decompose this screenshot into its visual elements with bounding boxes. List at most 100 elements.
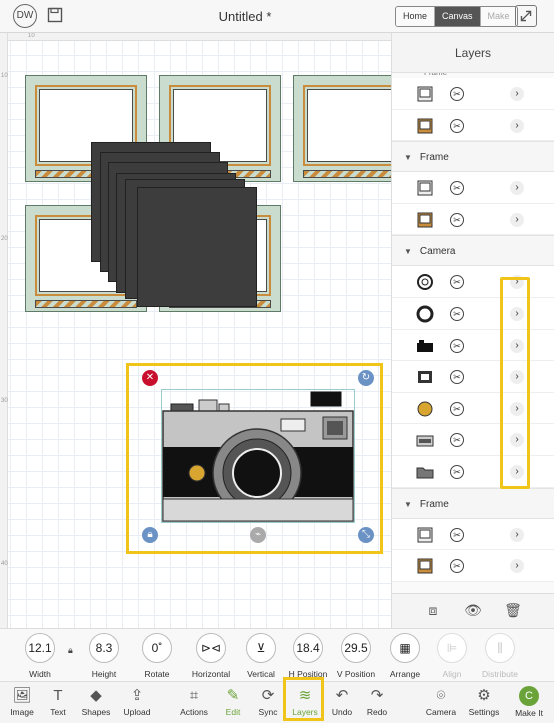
cut-operation-icon[interactable]: ✂	[450, 118, 464, 133]
property-label: Width	[29, 669, 51, 679]
property-value[interactable]: 0˚	[142, 633, 172, 663]
property-arrange[interactable]: ▦ Arrange	[380, 633, 430, 679]
collapse-triangle-icon[interactable]: ▼	[404, 142, 412, 173]
frame-outline-thumbnail-icon	[417, 180, 433, 196]
shapes-icon: ◆	[90, 687, 102, 704]
chevron-right-icon[interactable]: ›	[510, 87, 524, 101]
layer-row[interactable]: ✂ ›	[392, 518, 554, 551]
layer-group-frame[interactable]: ▼ Frame	[392, 487, 554, 520]
property-distribute[interactable]: ⫼ Distribute	[475, 633, 525, 679]
chevron-highlight	[500, 277, 530, 489]
toolbar-make-it-button[interactable]: C Make It	[507, 685, 551, 718]
toolbar-actions-button[interactable]: ⌗ Actions	[172, 685, 216, 717]
property-value[interactable]: ⊫	[437, 633, 467, 663]
property-label: Distribute	[482, 669, 518, 679]
attach-icon[interactable]: ⧈	[424, 602, 442, 620]
property-width[interactable]: 12.1 Width	[15, 633, 65, 679]
cut-operation-icon[interactable]: ✂	[450, 306, 464, 321]
property-label: Horizontal	[191, 669, 231, 679]
ring-thumbnail-icon	[416, 305, 434, 323]
view-switcher: Home Canvas Make	[395, 6, 518, 27]
collapse-triangle-icon[interactable]: ▼	[404, 236, 412, 267]
lock-handle-icon[interactable]: 🔒︎	[142, 527, 158, 543]
property-height[interactable]: 8.3 Height	[79, 633, 129, 679]
property-vertical[interactable]: ⊻ Vertical	[236, 633, 286, 679]
gold-circle-thumbnail-icon	[417, 401, 433, 417]
layers-button-highlight	[283, 677, 324, 721]
toolbar-label: Settings	[468, 707, 500, 717]
property-value[interactable]: 29.5	[341, 633, 371, 663]
cut-operation-icon[interactable]: ✂	[450, 181, 464, 196]
cut-operation-icon[interactable]: ✂	[450, 527, 464, 542]
property-horizontal[interactable]: ⊳⊲ Horizontal	[186, 633, 236, 679]
delete-icon[interactable]: 🗑︎	[504, 602, 522, 620]
photo-frame[interactable]	[293, 75, 391, 182]
unlink-icon[interactable]: ⌁	[250, 527, 266, 543]
layer-row[interactable]: ✂ ›	[392, 550, 554, 582]
chevron-right-icon[interactable]: ›	[510, 212, 524, 227]
frame-orange-thumbnail-icon	[417, 212, 433, 228]
property-label: Rotate	[144, 669, 170, 679]
cut-operation-icon[interactable]: ✂	[450, 87, 464, 101]
resize-handle-icon[interactable]: ⤡	[358, 527, 374, 543]
toolbar-label: Redo	[366, 707, 388, 717]
chevron-right-icon[interactable]: ›	[510, 527, 524, 542]
cut-operation-icon[interactable]: ✂	[450, 559, 464, 574]
cut-operation-icon[interactable]: ✂	[450, 212, 464, 227]
property-value[interactable]: 12.1	[25, 633, 55, 663]
property-value[interactable]: ▦	[390, 633, 420, 663]
frame-orange-thumbnail-icon	[417, 558, 433, 574]
cut-operation-icon[interactable]: ✂	[450, 433, 464, 448]
toolbar-settings-button[interactable]: ⚙ Settings	[462, 685, 506, 717]
cut-operation-icon[interactable]: ✂	[450, 275, 464, 290]
cut-operation-icon[interactable]: ✂	[450, 370, 464, 385]
chevron-right-icon[interactable]: ›	[510, 559, 524, 574]
tab-home[interactable]: Home	[396, 7, 436, 26]
toolbar-upload-button[interactable]: ⇪ Upload	[115, 685, 159, 717]
collapse-triangle-icon[interactable]: ▼	[404, 489, 412, 520]
property-value[interactable]: 8.3	[89, 633, 119, 663]
property-h-position[interactable]: 18.4 H Position	[283, 633, 333, 679]
property-align[interactable]: ⊫ Align	[427, 633, 477, 679]
tab-canvas[interactable]: Canvas	[435, 7, 481, 26]
settings-icon: ⚙	[477, 687, 491, 704]
rotate-handle-icon[interactable]: ↻	[358, 370, 374, 386]
cut-operation-icon[interactable]: ✂	[450, 338, 464, 353]
property-v-position[interactable]: 29.5 V Position	[331, 633, 381, 679]
folder-shape-thumbnail-icon	[416, 467, 434, 479]
design-canvas[interactable]: 10 10 20 30 40 ✕ ↻ 🔒︎ ⤡ ⌁	[0, 33, 391, 628]
property-value[interactable]: ⫼	[485, 633, 515, 663]
panel-footer: ⧈ 👁︎ 🗑︎	[392, 593, 554, 628]
lock-icon[interactable]: 🔒︎	[68, 645, 73, 656]
layer-row[interactable]: ✂ ›	[392, 109, 554, 142]
cut-operation-icon[interactable]: ✂	[450, 464, 464, 479]
camera-graphic[interactable]	[161, 389, 355, 523]
cut-operation-icon[interactable]: ✂	[450, 401, 464, 416]
chevron-right-icon[interactable]: ›	[510, 118, 524, 133]
property-value[interactable]: ⊻	[246, 633, 276, 663]
chevron-right-icon[interactable]: ›	[510, 181, 524, 196]
square-frame-thumbnail-icon	[418, 371, 432, 384]
layer-group-label: Frame	[419, 152, 449, 164]
fullscreen-icon[interactable]	[515, 5, 537, 27]
layer-row[interactable]: ✂ ›	[392, 203, 554, 236]
visibility-icon[interactable]: 👁︎	[464, 602, 482, 620]
toolbar-camera-button[interactable]: ⌾ Camera	[419, 685, 463, 717]
upload-icon: ⇪	[130, 687, 144, 704]
toolbar-shapes-button[interactable]: ◆ Shapes	[74, 685, 118, 717]
tab-make[interactable]: Make	[480, 7, 517, 26]
make-it-icon: C	[519, 686, 539, 706]
frame-orange-thumbnail-icon	[417, 118, 433, 134]
delete-handle-icon[interactable]: ✕	[142, 370, 158, 386]
toolbar-label: Camera	[425, 707, 457, 717]
layer-group-frame[interactable]: ▼ Frame	[392, 141, 554, 173]
property-label: Vertical	[247, 669, 275, 679]
property-rotate[interactable]: 0˚ Rotate	[132, 633, 182, 679]
layer-row[interactable]: ✂ ›	[392, 172, 554, 204]
property-value[interactable]: 18.4	[293, 633, 323, 663]
layer-row[interactable]: ✂ ›	[392, 78, 554, 110]
toolbar-redo-button[interactable]: ↷ Redo	[355, 685, 399, 717]
lens-ring-thumbnail-icon	[417, 274, 433, 291]
property-value[interactable]: ⊳⊲	[196, 633, 226, 663]
layer-group-camera[interactable]: ▼ Camera	[392, 235, 554, 267]
